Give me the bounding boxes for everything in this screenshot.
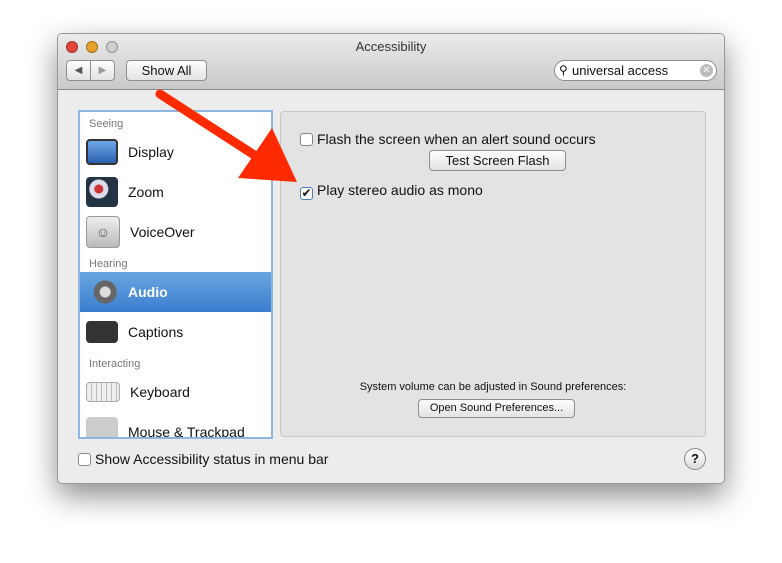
arrow-shaft — [155, 89, 267, 165]
annotation-arrow — [155, 89, 297, 182]
